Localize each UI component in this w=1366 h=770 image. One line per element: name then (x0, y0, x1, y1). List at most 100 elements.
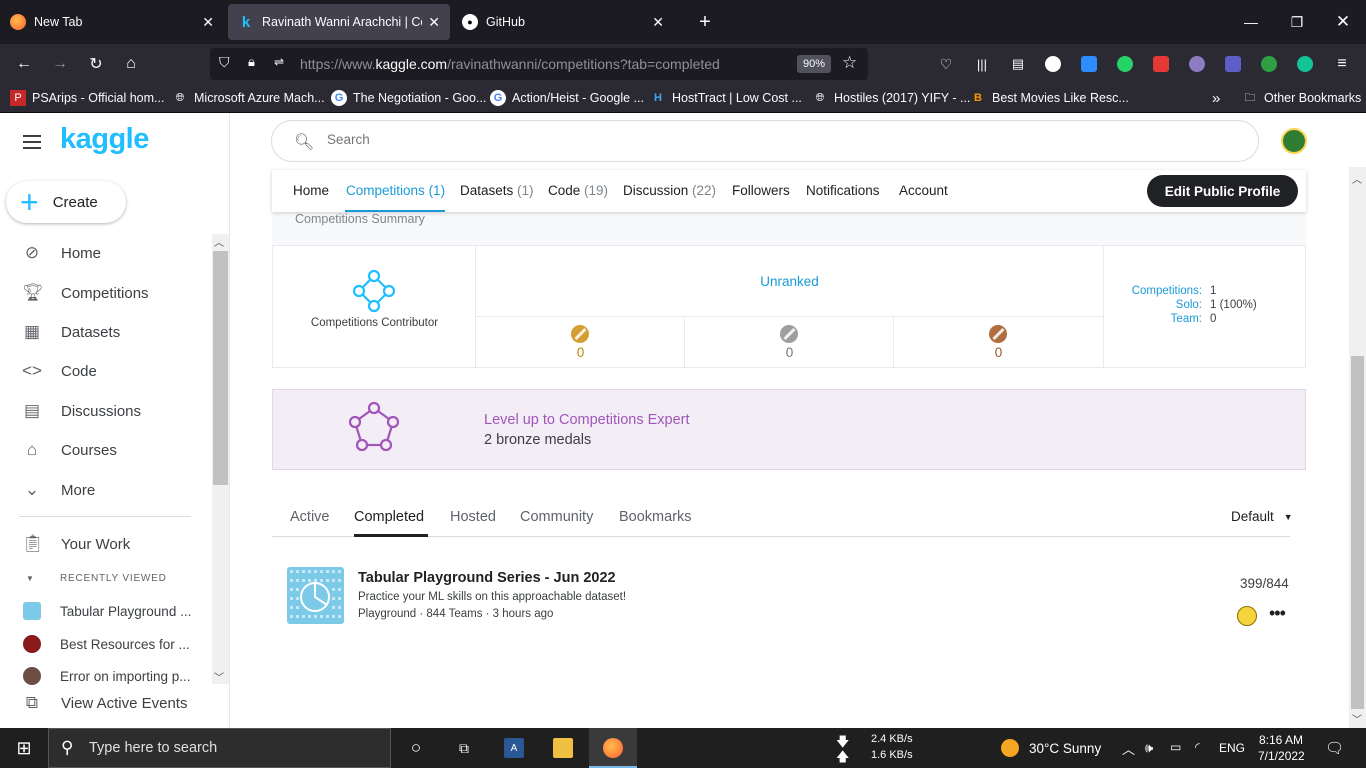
competition-title[interactable]: Tabular Playground Series - Jun 2022 (358, 570, 616, 586)
sidebar-scrollbar-thumb[interactable] (213, 251, 228, 485)
sidebar-item-your-work[interactable]: 📋︎ Your Work (0, 526, 212, 562)
file-explorer-icon[interactable] (553, 738, 573, 758)
extension-r-icon[interactable] (1045, 56, 1061, 72)
tab-completed[interactable]: Completed (354, 509, 424, 525)
back-button[interactable]: ← (12, 52, 36, 76)
tab-discussion[interactable]: Discussion (22) (623, 183, 716, 198)
recent-item[interactable]: Tabular Playground ... (0, 598, 191, 624)
sidebar-item-datasets[interactable]: ▦ Datasets (0, 314, 212, 350)
weather-text[interactable]: 30°C Sunny (1029, 741, 1101, 756)
tab-new-tab[interactable]: New Tab ✕ (0, 4, 224, 40)
close-icon[interactable]: ✕ (428, 14, 440, 31)
bookmark-item[interactable]: 🌐︎ Microsoft Azure Mach... (172, 90, 325, 106)
cortana-icon[interactable]: ○ (406, 738, 426, 758)
level-up-title[interactable]: Level up to Competitions Expert (484, 412, 690, 428)
sidebar-item-courses[interactable]: ⌂ Courses (0, 432, 212, 468)
tab-bookmarks[interactable]: Bookmarks (619, 509, 692, 525)
sun-icon[interactable] (1001, 739, 1019, 757)
more-options-icon[interactable]: ••• (1269, 603, 1286, 624)
recent-item[interactable]: Best Resources for ... (0, 631, 190, 657)
teams-icon[interactable] (1225, 56, 1241, 72)
library-icon[interactable]: ||| (970, 52, 994, 76)
zoom-level[interactable]: 90% (797, 55, 832, 73)
tab-notifications[interactable]: Notifications (806, 183, 880, 198)
reload-button[interactable]: ↻ (84, 52, 108, 76)
notifications-icon[interactable]: 🗨︎ (1325, 739, 1344, 757)
sidebar-item-home[interactable]: ⊘ Home (0, 235, 212, 271)
sidebar-item-discussions[interactable]: ▤ Discussions (0, 393, 212, 429)
tab-datasets[interactable]: Datasets (1) (460, 183, 534, 198)
new-tab-button[interactable]: + (682, 0, 728, 44)
check-icon[interactable] (1261, 56, 1277, 72)
tab-account[interactable]: Account (899, 183, 948, 198)
tab-competitions[interactable]: Competitions (1) (346, 183, 445, 198)
hamburger-menu-icon[interactable] (23, 135, 41, 149)
forward-button[interactable]: → (48, 52, 72, 76)
language-indicator[interactable]: ENG (1219, 741, 1245, 755)
pocket-icon[interactable]: ♡ (934, 52, 958, 76)
search-bar[interactable]: 🔍︎ (271, 120, 1259, 162)
bookmark-item[interactable]: 🌐︎ Hostiles (2017) YIFY - ... (812, 90, 971, 106)
clock-time[interactable]: 8:16 AM (1259, 733, 1303, 747)
scroll-up-icon[interactable]: ︿ (214, 234, 224, 249)
create-button[interactable]: + Create (6, 181, 126, 223)
tab-active[interactable]: Active (290, 509, 330, 525)
tab-home[interactable]: Home (293, 183, 329, 198)
kaggle-logo[interactable]: kaggle (60, 123, 149, 156)
zoom-ext-icon[interactable] (1081, 56, 1097, 72)
screenshot-icon[interactable] (1153, 56, 1169, 72)
collapse-caret-icon[interactable]: ▼ (26, 574, 34, 583)
scroll-down-icon[interactable]: ﹀ (1352, 711, 1362, 726)
competition-row[interactable]: Tabular Playground Series - Jun 2022 Pra… (287, 567, 1297, 627)
tab-code[interactable]: Code (19) (548, 183, 608, 198)
grammarly-icon[interactable] (1297, 56, 1313, 72)
shield-icon[interactable]: ⛉ (219, 54, 230, 71)
tab-kaggle-profile[interactable]: k Ravinath Wanni Arachchi | Cont ✕ (228, 4, 450, 40)
close-window-button[interactable]: ✕ (1320, 0, 1366, 44)
team-avatar[interactable] (1237, 606, 1257, 626)
permissions-icon[interactable]: ⇌ (274, 55, 284, 69)
scroll-up-icon[interactable]: ︿ (1352, 171, 1362, 186)
competition-thumbnail[interactable] (287, 567, 344, 624)
tab-community[interactable]: Community (520, 509, 593, 525)
windows-start-icon[interactable]: ⊞ (14, 738, 34, 758)
translator-app-icon[interactable]: A (504, 738, 524, 758)
tab-hosted[interactable]: Hosted (450, 509, 496, 525)
search-input[interactable] (327, 132, 1127, 147)
bookmark-item[interactable]: B Best Movies Like Resc... (970, 90, 1129, 106)
url-bar[interactable]: ⛉ 🔒︎ ⇌ https://www.kaggle.com/ravinathwa… (210, 48, 868, 80)
show-hidden-icons-icon[interactable]: ︿ (1122, 739, 1135, 758)
bookmark-item[interactable]: G The Negotiation - Goo... (331, 90, 486, 106)
close-icon[interactable]: ✕ (652, 14, 664, 31)
wifi-icon[interactable]: ◜ (1195, 740, 1200, 754)
sidebar-item-competitions[interactable]: 🏆︎ Competitions (0, 275, 212, 311)
restore-button[interactable]: ❐ (1274, 0, 1320, 44)
volume-icon[interactable]: 🕪︎ (1145, 740, 1153, 756)
tab-github[interactable]: ● GitHub ✕ (452, 4, 674, 40)
extension-purple-icon[interactable] (1189, 56, 1205, 72)
menu-icon[interactable]: ≡ (1330, 52, 1354, 76)
taskbar-search[interactable]: ⚲ Type here to search (48, 728, 391, 768)
home-icon[interactable]: ⌂ (119, 52, 143, 76)
sort-dropdown[interactable]: Default ▼ (1231, 509, 1293, 524)
scroll-down-icon[interactable]: ﹀ (214, 669, 224, 684)
close-icon[interactable]: ✕ (202, 14, 214, 31)
battery-icon[interactable]: ▭ (1170, 740, 1181, 754)
star-icon[interactable]: ☆ (842, 53, 857, 73)
bookmark-item[interactable]: H HostTract | Low Cost ... (650, 90, 802, 106)
sidebar-item-code[interactable]: <> Code (0, 353, 212, 389)
sidebar-icon[interactable]: ▤ (1006, 52, 1030, 76)
minimize-button[interactable]: — (1228, 0, 1274, 44)
sidebar-item-more[interactable]: ⌄ More (0, 472, 212, 508)
clock-date[interactable]: 7/1/2022 (1258, 749, 1305, 763)
main-scrollbar-thumb[interactable] (1351, 356, 1364, 709)
view-active-events[interactable]: ⧉ View Active Events (0, 685, 212, 721)
whatsapp-icon[interactable] (1117, 56, 1133, 72)
avatar[interactable] (1281, 128, 1307, 154)
tab-followers[interactable]: Followers (732, 183, 790, 198)
more-bookmarks-icon[interactable]: » (1212, 90, 1220, 107)
bookmark-item[interactable]: P PSArips - Official hom... (10, 90, 164, 106)
url-text[interactable]: https://www.kaggle.com/ravinathwanni/com… (300, 56, 720, 72)
lock-icon[interactable]: 🔒︎ (248, 54, 255, 70)
task-view-icon[interactable]: ⧉ (454, 738, 474, 758)
